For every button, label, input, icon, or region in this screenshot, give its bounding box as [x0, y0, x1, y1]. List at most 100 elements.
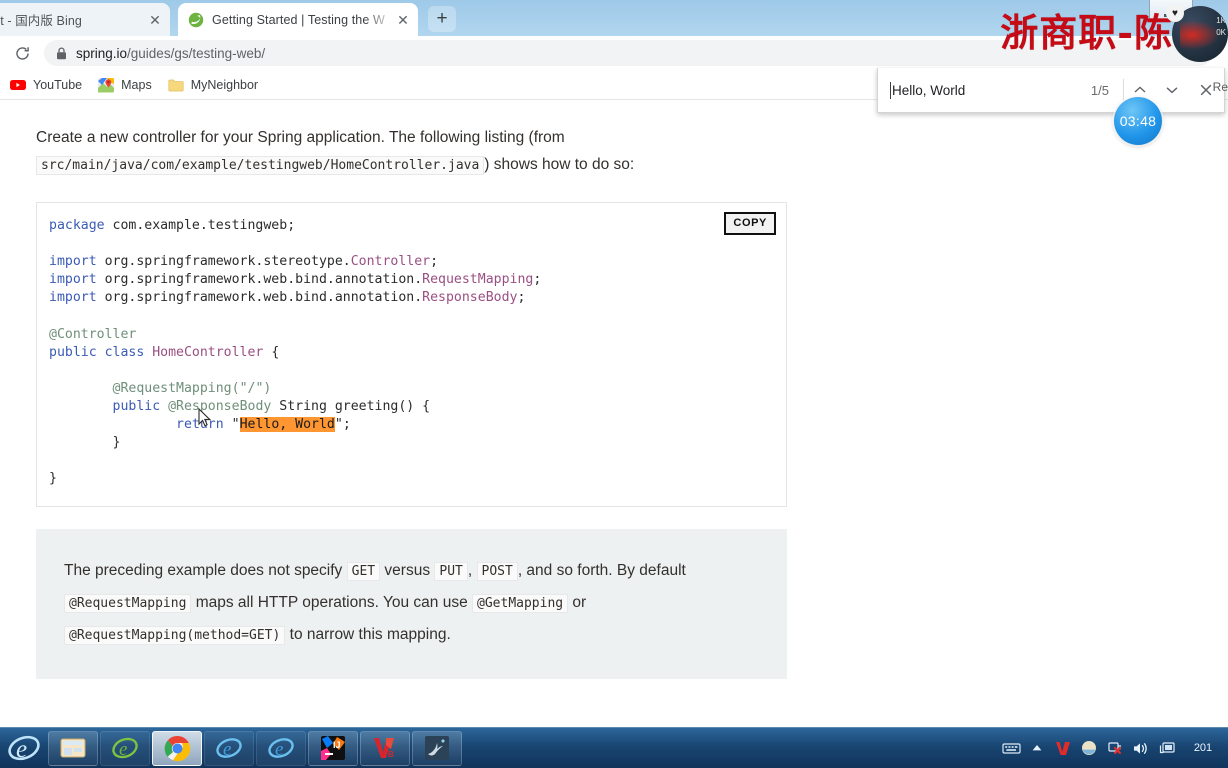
page-content: Create a Simple Application Create a new…: [0, 100, 1215, 733]
code-kw-class: public class: [49, 344, 153, 360]
find-input-value: Hello, World: [892, 82, 966, 98]
find-match-count: 1/5: [1090, 82, 1109, 98]
bookmark-label: MyNeighbor: [190, 77, 259, 92]
taskbar-item-internet-explorer-2[interactable]: e: [256, 730, 306, 766]
code-import-pkg-3: org.springframework.web.bind.annotation.: [96, 290, 423, 306]
taskbar-clock[interactable]: 201: [1182, 742, 1224, 755]
text-caret: [890, 81, 891, 99]
intro-text-after: ) shows how to do so:: [484, 156, 635, 173]
moon-icon[interactable]: [1078, 733, 1100, 763]
note-code-getmapping: @GetMapping: [472, 594, 569, 614]
code-close-method: }: [112, 435, 121, 451]
bookmark-myneighbor[interactable]: MyNeighbor: [168, 77, 258, 93]
taskbar-item-intellij-idea[interactable]: IJ: [308, 730, 358, 766]
bookmark-maps[interactable]: Maps: [98, 77, 152, 93]
note-code-requestmapping: @RequestMapping: [64, 594, 192, 614]
url-path: /guides/gs/testing-web/: [127, 45, 266, 61]
note-text-2: versus: [384, 562, 431, 580]
code-import-pkg-1: org.springframework.stereotype.: [96, 254, 351, 270]
note-text-4: , and so forth. By default: [517, 562, 686, 580]
code-kw-return: return: [176, 417, 224, 433]
code-kw-import-3: import: [49, 290, 97, 306]
url-domain: spring.io: [76, 45, 128, 61]
note-text-6: or: [572, 594, 587, 612]
code-block[interactable]: package com.example.testingweb; import o…: [49, 217, 770, 488]
note-text-3: ,: [467, 562, 473, 580]
code-annotation-requestmapping: @RequestMapping("/"): [112, 380, 272, 396]
svg-text:IJ: IJ: [333, 740, 341, 750]
note-code-get: GET: [346, 562, 381, 582]
bookmark-youtube[interactable]: YouTube: [10, 77, 82, 93]
bookmark-label: YouTube: [33, 77, 83, 92]
copy-button[interactable]: COPY: [724, 212, 776, 235]
keyboard-icon[interactable]: [1000, 733, 1022, 763]
find-input[interactable]: Hello, World: [878, 68, 1091, 112]
recording-timer-badge[interactable]: 03:48: [1114, 97, 1162, 145]
chrome-browser-window: gboot - 国内版 Bing ✕ Getting Started | Tes…: [0, 0, 1228, 733]
code-kw-import-1: import: [49, 254, 97, 270]
taskbar-item-file-explorer[interactable]: [48, 730, 98, 766]
code-close-class: }: [49, 471, 57, 487]
note-code-put: PUT: [434, 562, 468, 582]
folder-icon: [168, 77, 184, 93]
bookmark-label: Maps: [121, 77, 152, 92]
code-package-rest: com.example.testingweb;: [104, 218, 296, 233]
svg-text:e: e: [119, 739, 127, 760]
code-annotation-responsebody: @ResponseBody: [168, 398, 272, 414]
intro-text-before: Create a new controller for your Spring …: [36, 129, 565, 146]
reload-icon[interactable]: [8, 39, 36, 67]
avatar-label: 1K 0K: [1216, 16, 1226, 37]
code-class-brace: {: [263, 344, 280, 360]
note-text-5: maps all HTTP operations. You can use: [195, 594, 468, 612]
edge-clipped-text: Re: [1212, 80, 1228, 94]
show-hidden-icons-chevron-up-icon[interactable]: [1026, 733, 1048, 763]
tab-strip: gboot - 国内版 Bing ✕ Getting Started | Tes…: [0, 0, 1228, 36]
code-import-end-3: ;: [517, 290, 526, 306]
desktop-screen: gboot - 国内版 Bing ✕ Getting Started | Tes…: [0, 0, 1228, 768]
omnibox[interactable]: spring.io/guides/gs/testing-web/: [44, 40, 1212, 66]
code-kw-import-2: import: [49, 272, 97, 288]
taskbar-item-google-chrome[interactable]: [152, 730, 202, 766]
note-text-7: to narrow this mapping.: [289, 626, 451, 644]
code-import-type-2: RequestMapping: [422, 272, 534, 288]
code-return-quote: ": [231, 417, 240, 433]
svg-text:e: e: [223, 739, 231, 760]
taskbar-item-green-browser[interactable]: e: [100, 730, 150, 766]
code-annotation-controller: @Controller: [49, 326, 137, 342]
chevron-down-icon[interactable]: [1156, 68, 1188, 112]
wps-tray-icon[interactable]: [1052, 733, 1074, 763]
code-import-type-3: ResponseBody: [422, 290, 518, 306]
intro-paragraph: Create a new controller for your Spring …: [36, 124, 796, 179]
svg-text:e: e: [275, 739, 283, 760]
taskbar-item-mysql-workbench[interactable]: [412, 730, 462, 766]
google-maps-icon: [98, 77, 115, 93]
browser-toolbar: spring.io/guides/gs/testing-web/: [0, 36, 1228, 70]
code-method-signature: String greeting() {: [271, 398, 431, 414]
tab-title: gboot - 国内版 Bing: [0, 14, 82, 28]
url-text: spring.io/guides/gs/testing-web/: [76, 46, 265, 61]
code-import-pkg-2: org.springframework.web.bind.annotation.: [96, 272, 423, 288]
code-listing: COPY package com.example.testingweb; imp…: [36, 202, 787, 508]
heart-icon: ♥: [1166, 4, 1184, 22]
plug-error-icon[interactable]: [1104, 733, 1126, 763]
code-return-tail: ";: [334, 417, 351, 433]
close-icon[interactable]: ✕: [146, 11, 164, 29]
windows-taskbar: e e e e IJ B 201: [0, 727, 1228, 768]
display-icon[interactable]: [1156, 733, 1178, 763]
taskbar-item-internet-explorer-1[interactable]: e: [204, 730, 254, 766]
taskbar-items: e e e IJ B: [48, 729, 464, 768]
spring-leaf-icon: [188, 12, 204, 28]
code-kw-package: package: [49, 218, 105, 233]
page-viewport: Create a Simple Application Create a new…: [0, 100, 1228, 733]
code-import-end-1: ;: [430, 254, 439, 270]
close-icon[interactable]: ✕: [394, 11, 412, 29]
tab-bing[interactable]: gboot - 国内版 Bing ✕: [0, 3, 170, 36]
new-tab-button[interactable]: +: [428, 6, 456, 32]
taskbar-item-wps-office[interactable]: B: [360, 730, 410, 766]
internet-explorer-orb-icon[interactable]: e: [0, 729, 48, 768]
note-text-1: The preceding example does not specify: [64, 562, 343, 580]
lock-icon: [56, 46, 67, 60]
volume-icon[interactable]: [1130, 733, 1152, 763]
svg-text:e: e: [16, 736, 27, 763]
tab-getting-started[interactable]: Getting Started | Testing the W ✕: [178, 3, 418, 36]
